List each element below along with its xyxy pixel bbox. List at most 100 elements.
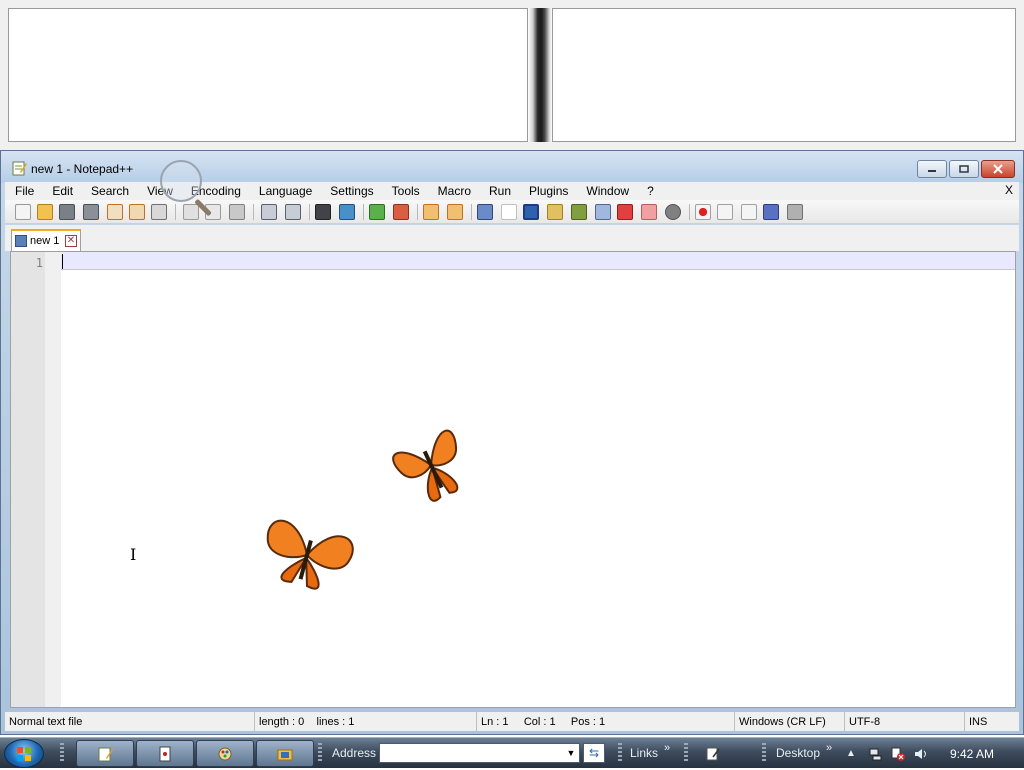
close-document-button[interactable]: X xyxy=(1005,183,1013,197)
magnifier-pane-left xyxy=(8,8,528,142)
network-icon[interactable] xyxy=(868,747,882,761)
volume-icon[interactable] xyxy=(914,747,928,761)
desktop-label: Desktop xyxy=(776,746,821,760)
folder-as-workspace-icon[interactable] xyxy=(617,204,633,220)
print-icon[interactable] xyxy=(151,204,167,220)
menu-help[interactable]: ? xyxy=(637,182,662,200)
undo-icon[interactable] xyxy=(261,204,277,220)
menu-macro[interactable]: Macro xyxy=(428,182,479,200)
taskbar-app-button-2[interactable] xyxy=(136,740,194,767)
save-all-icon[interactable] xyxy=(83,204,99,220)
close-icon[interactable] xyxy=(107,204,123,220)
status-position: Ln : 1 Col : 1 Pos : 1 xyxy=(477,712,735,732)
menu-window[interactable]: Window xyxy=(576,182,637,200)
taskbar-grip[interactable] xyxy=(60,743,64,763)
status-ln: Ln : 1 xyxy=(481,716,509,728)
menu-search[interactable]: Search xyxy=(81,182,137,200)
paste-icon[interactable] xyxy=(229,204,245,220)
tab-bar: new 1 ✕ xyxy=(5,225,1019,251)
status-col: Col : 1 xyxy=(523,716,556,728)
taskbar-app-button-3[interactable] xyxy=(196,740,254,767)
sync-horizontal-icon[interactable] xyxy=(447,204,463,220)
minimize-button[interactable] xyxy=(917,160,947,178)
replace-icon[interactable] xyxy=(339,204,355,220)
status-length-lines: length : 0 lines : 1 xyxy=(255,712,477,732)
taskbar: Address ▼ ⇆ Links » Desktop » ▲ 9:42 AM xyxy=(0,737,1024,768)
tab-close-icon[interactable]: ✕ xyxy=(65,235,77,247)
taskbar-grip[interactable] xyxy=(618,743,622,763)
function-list-icon[interactable] xyxy=(595,204,611,220)
status-file-type: Normal text file xyxy=(5,712,255,732)
desktop-chevron-icon[interactable]: » xyxy=(826,742,832,754)
taskbar-grip[interactable] xyxy=(762,743,766,763)
run-macro-multiple-icon[interactable] xyxy=(763,204,779,220)
status-lines: lines : 1 xyxy=(316,716,355,728)
redo-icon[interactable] xyxy=(285,204,301,220)
chevron-down-icon[interactable]: ▼ xyxy=(563,744,579,762)
text-caret xyxy=(62,254,63,269)
status-pos: Pos : 1 xyxy=(570,716,606,728)
zoom-out-icon[interactable] xyxy=(393,204,409,220)
editor-area[interactable]: 1 xyxy=(10,251,1016,708)
cut-icon[interactable] xyxy=(183,204,199,220)
links-chevron-icon[interactable]: » xyxy=(664,742,670,754)
close-icon xyxy=(993,164,1003,174)
paint-icon xyxy=(218,747,232,761)
show-hidden-icons-icon[interactable]: ▲ xyxy=(846,748,860,762)
toolbar-separator xyxy=(175,204,176,220)
windows-logo-icon xyxy=(17,747,31,761)
toolbar-separator xyxy=(253,204,254,220)
butterfly-image xyxy=(392,429,459,502)
address-input[interactable] xyxy=(379,743,580,763)
zoom-in-icon[interactable] xyxy=(369,204,385,220)
line-number-margin: 1 xyxy=(11,252,45,707)
taskbar-grip[interactable] xyxy=(684,743,688,763)
find-icon[interactable] xyxy=(315,204,331,220)
links-label: Links xyxy=(630,746,659,760)
indent-guide-icon[interactable] xyxy=(523,204,539,220)
menu-settings[interactable]: Settings xyxy=(320,182,381,200)
menu-plugins[interactable]: Plugins xyxy=(519,182,576,200)
taskbar-notepadpp-button[interactable] xyxy=(76,740,134,767)
record-macro-icon[interactable] xyxy=(695,204,711,220)
menu-file[interactable]: File xyxy=(5,182,42,200)
tab-new-1[interactable]: new 1 ✕ xyxy=(11,229,81,251)
notepadpp-app-icon xyxy=(12,161,27,176)
window-title: new 1 - Notepad++ xyxy=(31,162,134,176)
notepadpp-window: new 1 - Notepad++ File Edit Search View … xyxy=(0,150,1024,735)
stop-record-icon[interactable] xyxy=(717,204,733,220)
toolbar-separator xyxy=(689,204,690,220)
notepadpp-app-icon xyxy=(98,747,113,762)
menu-edit[interactable]: Edit xyxy=(42,182,81,200)
udl-icon[interactable] xyxy=(547,204,563,220)
menu-run[interactable]: Run xyxy=(479,182,519,200)
save-icon[interactable] xyxy=(59,204,75,220)
doc-map-icon[interactable] xyxy=(571,204,587,220)
playback-icon[interactable] xyxy=(741,204,757,220)
save-macro-icon[interactable] xyxy=(787,204,803,220)
open-file-icon[interactable] xyxy=(37,204,53,220)
menu-language[interactable]: Language xyxy=(249,182,320,200)
taskbar-clock[interactable]: 9:42 AM xyxy=(950,747,994,761)
monitoring-off-icon[interactable] xyxy=(665,204,681,220)
menu-tools[interactable]: Tools xyxy=(382,182,428,200)
maximize-button[interactable] xyxy=(949,160,979,178)
title-bar[interactable]: new 1 - Notepad++ xyxy=(1,151,1023,183)
taskbar-grip[interactable] xyxy=(318,743,322,763)
start-button[interactable] xyxy=(4,739,44,768)
window-controls xyxy=(917,160,1015,178)
go-button[interactable]: ⇆ xyxy=(583,743,605,763)
show-all-chars-icon[interactable] xyxy=(501,204,517,220)
status-encoding: UTF-8 xyxy=(845,712,965,732)
line-number: 1 xyxy=(35,256,43,270)
close-button[interactable] xyxy=(981,160,1015,178)
word-wrap-icon[interactable] xyxy=(477,204,493,220)
security-alert-icon[interactable] xyxy=(891,747,905,761)
monitoring-icon[interactable] xyxy=(641,204,657,220)
taskbar-app-button-4[interactable] xyxy=(256,740,314,767)
sync-vertical-icon[interactable] xyxy=(423,204,439,220)
notepad-quicklaunch-icon[interactable] xyxy=(706,747,720,761)
status-eol[interactable]: Windows (CR LF) xyxy=(735,712,845,732)
new-file-icon[interactable] xyxy=(15,204,31,220)
close-all-icon[interactable] xyxy=(129,204,145,220)
